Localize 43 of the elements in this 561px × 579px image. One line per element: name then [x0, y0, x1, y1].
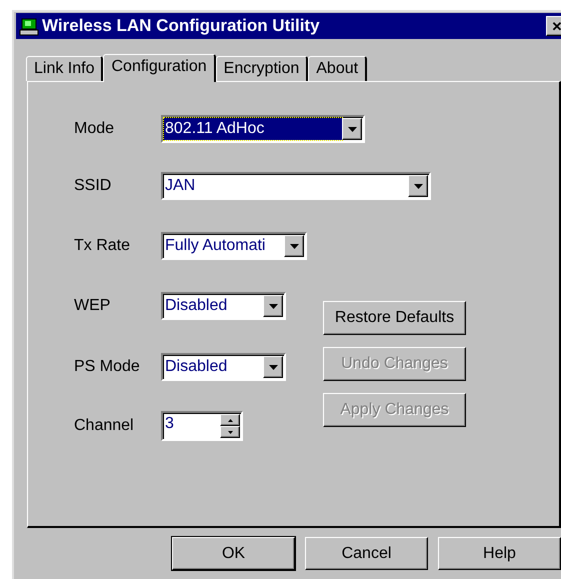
dropdown-value: JAN [164, 176, 196, 196]
window-title: Wireless LAN Configuration Utility [42, 15, 320, 38]
field-label: SSID [74, 176, 112, 196]
tab[interactable]: About [308, 56, 368, 81]
dropdown-value: Disabled [164, 357, 228, 377]
dropdown-value: 802.11 AdHoc [164, 118, 342, 140]
tab[interactable]: Encryption [216, 56, 308, 81]
field-label: Mode [74, 119, 116, 139]
caret-down-icon [348, 126, 356, 132]
spin-field[interactable]: 3 [161, 411, 243, 441]
close-button[interactable]: ✕ [546, 16, 561, 36]
caret-down-icon [268, 304, 278, 308]
tab[interactable]: Link Info [26, 56, 104, 81]
dropdown-field[interactable]: Disabled [161, 353, 286, 381]
field-label: Tx Rate [74, 236, 132, 256]
caret-down-icon [228, 430, 232, 434]
field-label: WEP [74, 296, 112, 316]
dropdown-value: Disabled [164, 296, 228, 316]
caret-down-icon [268, 364, 278, 370]
dropdown-button[interactable] [263, 295, 283, 317]
tab[interactable]: Configuration [103, 54, 216, 82]
dialog-button[interactable]: Help [438, 537, 561, 570]
dropdown-button[interactable] [342, 118, 362, 140]
caret-down-icon [290, 244, 298, 248]
caret-down-icon [414, 184, 422, 188]
spin-up-button[interactable] [220, 414, 240, 426]
dropdown-field[interactable]: 802.11 AdHoc [161, 115, 365, 143]
field-label: PS Mode [74, 357, 141, 377]
dropdown-field[interactable]: Disabled [161, 292, 286, 320]
spin-value: 3 [164, 414, 175, 434]
dialog-button[interactable]: OK [172, 537, 295, 570]
network-card-icon [19, 16, 39, 36]
action-button[interactable]: Restore Defaults [323, 301, 466, 335]
dropdown-value: Fully Automati [164, 236, 266, 256]
dialog-button[interactable]: Cancel [305, 537, 428, 570]
spin-down-button[interactable] [220, 426, 240, 438]
caret-up-icon [228, 418, 232, 422]
dropdown-button[interactable] [284, 235, 304, 257]
field-label: Channel [74, 416, 135, 436]
dropdown-field[interactable]: Fully Automati [161, 232, 307, 260]
dropdown-field[interactable]: JAN [161, 172, 431, 200]
dropdown-button[interactable] [408, 175, 428, 197]
dropdown-button[interactable] [263, 356, 283, 378]
